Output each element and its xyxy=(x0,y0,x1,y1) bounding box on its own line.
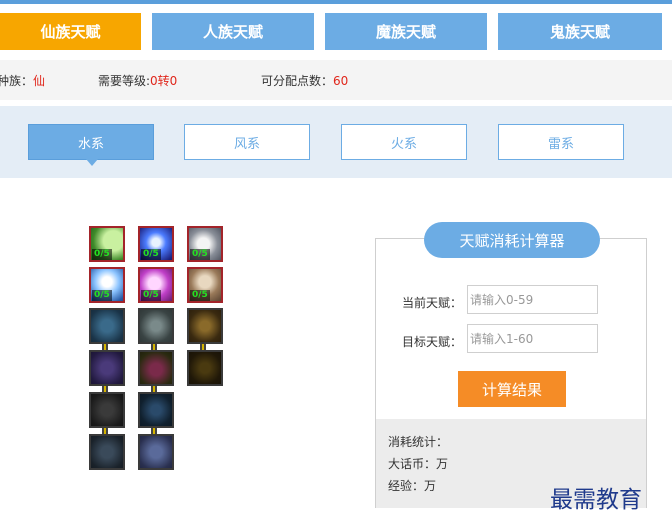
tab-wind[interactable]: 风系 xyxy=(184,124,310,160)
talent-icon xyxy=(189,352,221,384)
talent-slot-locked[interactable] xyxy=(89,434,125,470)
watermark-text: 最需教育 xyxy=(550,487,642,513)
money-cost: 大话币：万 xyxy=(388,457,449,471)
talent-slot[interactable]: 0/5 xyxy=(187,267,223,303)
tab-xian-talent[interactable]: 仙族天赋 xyxy=(0,13,141,50)
tab-demon-talent[interactable]: 魔族天赋 xyxy=(325,13,487,50)
talent-level: 0/5 xyxy=(141,249,161,260)
calculate-button[interactable]: 计算结果 xyxy=(458,371,566,407)
talent-slot-locked[interactable] xyxy=(187,350,223,386)
tab-human-talent[interactable]: 人族天赋 xyxy=(152,13,314,50)
talent-icon xyxy=(140,394,172,426)
talent-icon xyxy=(189,310,221,342)
talent-slot[interactable]: 0/5 xyxy=(89,226,125,262)
talent-slot-locked[interactable] xyxy=(138,308,174,344)
talent-slot-locked[interactable] xyxy=(138,392,174,428)
talent-icon xyxy=(91,310,123,342)
target-talent-input[interactable] xyxy=(467,324,598,353)
talent-slot-locked[interactable] xyxy=(89,350,125,386)
talent-icon xyxy=(91,352,123,384)
talent-icon xyxy=(140,310,172,342)
level-info: 需要等级:0转0 xyxy=(98,72,177,89)
level-value: 0转0 xyxy=(150,74,178,88)
talent-slot[interactable]: 0/5 xyxy=(138,226,174,262)
level-label: 需要等级: xyxy=(98,74,151,88)
talent-slot[interactable]: 0/5 xyxy=(89,267,125,303)
talent-level: 0/5 xyxy=(190,249,210,260)
talent-slot[interactable]: 0/5 xyxy=(138,267,174,303)
tab-fire[interactable]: 火系 xyxy=(341,124,467,160)
points-value: 60 xyxy=(333,74,349,88)
talent-slot[interactable]: 0/5 xyxy=(187,226,223,262)
talent-level: 0/5 xyxy=(141,290,161,301)
talent-icon xyxy=(91,436,123,468)
info-bar: 种族：仙 需要等级:0转0 可分配点数：60 xyxy=(0,60,672,100)
current-talent-input[interactable] xyxy=(467,285,598,314)
current-talent-label: 当前天赋： xyxy=(402,296,463,310)
element-tab-strip: 水系 风系 火系 雷系 xyxy=(0,106,672,178)
talent-slot-locked[interactable] xyxy=(89,392,125,428)
points-label: 可分配点数： xyxy=(261,74,334,88)
stats-title: 消耗统计： xyxy=(388,435,449,449)
tab-water[interactable]: 水系 xyxy=(28,124,154,166)
race-label: 种族： xyxy=(0,74,34,88)
talent-slot-locked[interactable] xyxy=(138,350,174,386)
talent-icon xyxy=(91,394,123,426)
target-talent-label: 目标天赋： xyxy=(402,335,463,349)
top-accent-line xyxy=(0,0,672,4)
talent-slot-locked[interactable] xyxy=(138,434,174,470)
talent-slot-locked[interactable] xyxy=(89,308,125,344)
tab-ghost-talent[interactable]: 鬼族天赋 xyxy=(498,13,662,50)
tab-thunder[interactable]: 雷系 xyxy=(498,124,624,160)
race-value: 仙 xyxy=(33,74,46,88)
calculator-title: 天赋消耗计算器 xyxy=(424,222,600,258)
talent-icon xyxy=(140,352,172,384)
talent-level: 0/5 xyxy=(92,249,112,260)
talent-level: 0/5 xyxy=(92,290,112,301)
talent-icon xyxy=(140,436,172,468)
talent-level: 0/5 xyxy=(190,290,210,301)
race-info: 种族：仙 xyxy=(0,72,45,89)
points-info: 可分配点数：60 xyxy=(261,72,348,89)
talent-slot-locked[interactable] xyxy=(187,308,223,344)
talent-cost-calculator: 天赋消耗计算器 当前天赋： 目标天赋： 计算结果 消耗统计： 大话币：万 经验：… xyxy=(375,222,647,508)
